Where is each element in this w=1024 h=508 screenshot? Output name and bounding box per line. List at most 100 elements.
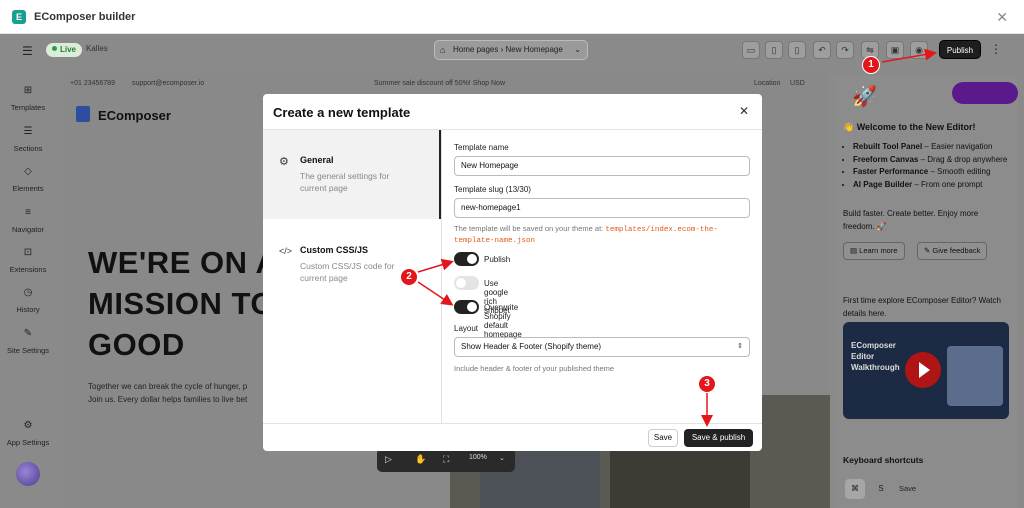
feature-item: Rebuilt Tool Panel – Easier navigation — [853, 141, 1013, 154]
sidebar-item-site-settings[interactable]: ✎ Site Settings — [0, 327, 56, 355]
slug-note: The template will be saved on your theme… — [454, 224, 718, 245]
ecomposer-logo-icon: E — [12, 9, 26, 24]
hamburger-menu-icon[interactable]: ☰ — [22, 44, 33, 58]
currency-text: USD — [790, 80, 805, 87]
redo-icon[interactable]: ↷ — [836, 41, 854, 59]
ecomposer-app: E EComposer builder ✕ ☰ Live Kalles ⌂ Ho… — [0, 0, 1024, 508]
canvas-floating-toolbar: ▷ ✋ ⛶ 100% ⌄ — [377, 448, 515, 472]
undo-icon[interactable]: ↶ — [813, 41, 831, 59]
navigator-icon: ≡ — [25, 207, 31, 218]
more-options-icon[interactable]: ⋮ — [990, 42, 1002, 56]
chevron-down-icon: ⌄ — [574, 45, 581, 54]
sidebar-item-history[interactable]: ◷ History — [0, 286, 56, 314]
sidebar-item-extensions[interactable]: ⊡ Extensions — [0, 246, 56, 274]
feature-item: Faster Performance – Smooth editing — [853, 166, 1013, 179]
left-sidebar: ⊞ Templates ☰ Sections ◇ Elements ≡ Navigato… — [0, 68, 56, 508]
s-key: S — [871, 479, 891, 499]
select-arrows-icon: ⇕ — [737, 343, 743, 350]
sidebar-item-sections[interactable]: ☰ Sections — [0, 125, 56, 153]
sidebar-item-label: App Settings — [6, 438, 50, 447]
save-and-publish-button[interactable]: Save & publish — [684, 429, 753, 447]
annotation-badge: 2 — [400, 268, 418, 286]
sidebar-item-elements[interactable]: ◇ Elements — [0, 165, 56, 193]
template-slug-input[interactable]: new-homepage1 — [454, 198, 750, 218]
window-close-icon[interactable]: ✕ — [996, 9, 1008, 26]
tagline: Build faster. Create better. Enjoy more … — [843, 209, 979, 231]
phone-text: +01 23456789 — [70, 80, 115, 87]
nav-item-general[interactable]: ⚙ General The general settings for curre… — [263, 130, 441, 219]
play-button-icon[interactable] — [905, 352, 941, 388]
window-title: EComposer builder — [34, 10, 136, 23]
page-breadcrumb-dropdown[interactable]: ⌂ Home pages › New Homepage ⌄ — [434, 40, 588, 60]
video-title: EComposer Editor Walkthrough — [851, 341, 900, 372]
overwrite-homepage-toggle-label: Overwrite Shopify default homepage — [484, 303, 522, 339]
decorative-balloons — [952, 82, 1018, 104]
sidebar-item-templates[interactable]: ⊞ Templates — [0, 84, 56, 112]
live-badge: Live — [46, 43, 83, 57]
overwrite-homepage-toggle[interactable] — [454, 300, 479, 314]
keyboard-shortcuts-title: Keyboard shortcuts — [843, 455, 924, 465]
sidebar-item-label: Elements — [12, 184, 44, 193]
give-feedback-button[interactable]: ✎ Give feedback — [917, 242, 988, 260]
rich-snippet-toggle[interactable] — [454, 276, 479, 290]
rocket-icon: 🚀 — [852, 86, 877, 108]
hero-paragraph-line: Join us. Every dollar helps families to … — [88, 395, 248, 404]
announcement-bar: +01 23456789 support@ecomposer.io Summer… — [62, 76, 828, 92]
publish-button[interactable]: Publish — [939, 40, 981, 59]
feature-list: Rebuilt Tool Panel – Easier navigation F… — [853, 141, 1013, 191]
modal-close-icon[interactable]: ✕ — [739, 104, 749, 118]
learn-more-button[interactable]: ▤ Learn more — [843, 242, 905, 260]
feature-item: AI Page Builder – From one prompt — [853, 179, 1013, 192]
elements-icon: ◇ — [24, 166, 32, 177]
sidebar-item-navigator[interactable]: ≡ Navigator — [0, 206, 56, 234]
layout-note: Include header & footer of your publishe… — [454, 364, 615, 373]
fit-screen-icon[interactable]: ⛶ — [443, 454, 449, 465]
walkthrough-video[interactable]: EComposer Editor Walkthrough — [843, 322, 1009, 419]
email-text: support@ecomposer.io — [132, 80, 205, 87]
save-button[interactable]: Save — [648, 429, 678, 447]
templates-icon: ⊞ — [23, 85, 33, 96]
template-slug-label: Template slug (13/30) — [454, 185, 531, 194]
create-template-modal: Create a new template ✕ ⚙ General The ge… — [263, 94, 762, 451]
template-name-input[interactable]: New Homepage — [454, 156, 750, 176]
welcome-title: 👋 Welcome to the New Editor! — [843, 122, 976, 132]
sections-icon: ☰ — [23, 126, 33, 137]
layout-select-value: Show Header & Footer (Shopify theme) — [461, 342, 602, 351]
code-icon: </> — [279, 246, 293, 256]
template-name-label: Template name — [454, 143, 509, 152]
sidebar-item-app-settings[interactable]: ⚙ App Settings — [0, 419, 56, 447]
mobile-view-icon[interactable]: ▯ — [788, 41, 806, 59]
zoom-level[interactable]: 100% — [469, 454, 487, 461]
site-settings-icon: ✎ — [23, 328, 33, 339]
hero-line: MISSION TO — [88, 286, 276, 321]
chevron-down-icon[interactable]: ⌄ — [499, 454, 505, 462]
book-icon: ▤ — [850, 246, 860, 255]
sidebar-item-label: Site Settings — [6, 346, 50, 355]
hero-line: GOOD — [88, 327, 185, 362]
hero-paragraph: Together we can break the cycle of hunge… — [88, 380, 247, 406]
nav-desc: Custom CSS/JS code for current page — [300, 261, 395, 283]
layout-select[interactable]: Show Header & Footer (Shopify theme) ⇕ — [454, 337, 750, 357]
hero-line: WE'RE ON A — [88, 245, 279, 280]
store-brand-name: EComposer — [98, 108, 171, 123]
promo-text: Summer sale discount off 50%! Shop Now — [374, 80, 505, 87]
nav-item-custom-css-js[interactable]: </> Custom CSS/JS Custom CSS/JS code for… — [263, 219, 441, 309]
save-draft-icon[interactable]: ▣ — [886, 41, 904, 59]
desktop-view-icon[interactable]: ▭ — [742, 41, 760, 59]
play-preview-icon[interactable]: ▷ — [385, 454, 392, 465]
nav-title: Custom CSS/JS — [300, 245, 369, 255]
annotation-badge: 3 — [698, 375, 716, 393]
preview-eye-icon[interactable]: ◉ — [910, 41, 928, 59]
app-settings-icon: ⚙ — [23, 420, 33, 431]
sidebar-item-label: History — [16, 305, 40, 314]
divider — [263, 423, 762, 424]
store-name[interactable]: Kalles — [86, 44, 108, 53]
publish-toggle[interactable] — [454, 252, 479, 266]
extensions-icon: ⊡ — [23, 247, 33, 258]
tablet-view-icon[interactable]: ▯ — [765, 41, 783, 59]
breadcrumb-text: Home pages › New Homepage — [453, 45, 563, 54]
hero-paragraph-line: Together we can break the cycle of hunge… — [88, 382, 248, 391]
history-icon: ◷ — [23, 287, 33, 298]
user-avatar[interactable] — [16, 462, 40, 486]
hand-tool-icon[interactable]: ✋ — [415, 454, 426, 465]
